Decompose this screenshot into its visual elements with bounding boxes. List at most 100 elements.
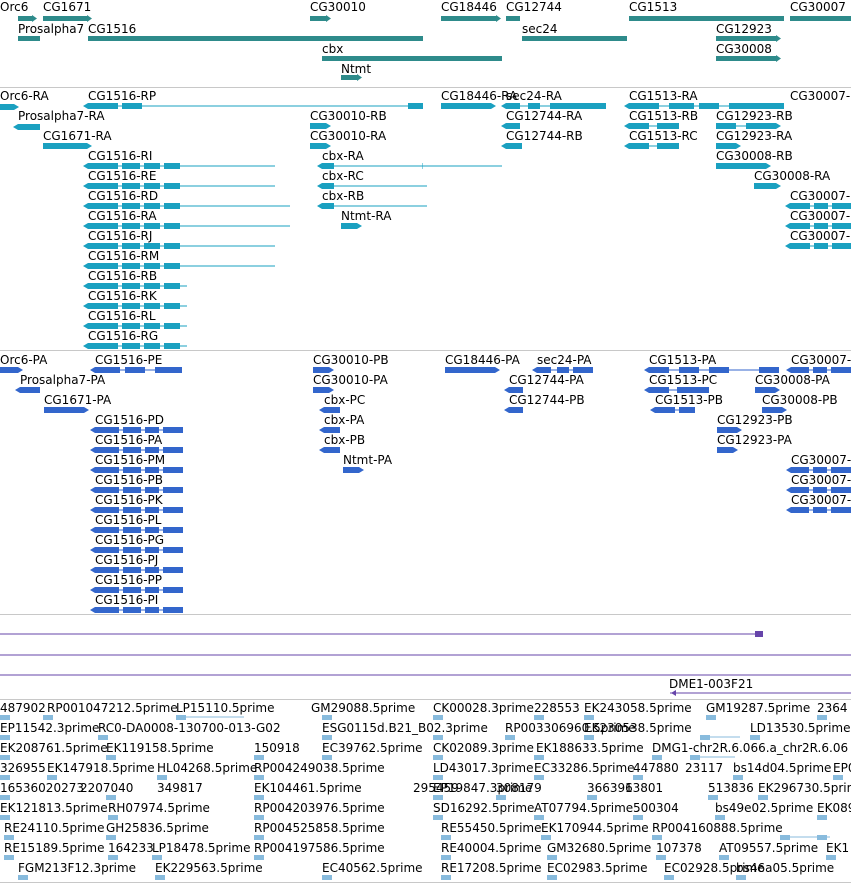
feature-label-cg30010-pb[interactable]: CG30010-PB bbox=[313, 353, 389, 367]
feature-label-cg1513-pb[interactable]: CG1513-PB bbox=[655, 393, 723, 407]
feature-label-cg12923-pa[interactable]: CG12923-PA bbox=[717, 433, 792, 447]
exon-block[interactable] bbox=[164, 343, 180, 349]
exon-block[interactable] bbox=[0, 104, 14, 110]
exon-block[interactable] bbox=[0, 367, 18, 373]
feature-label-cbx-pa[interactable]: cbx-PA bbox=[324, 413, 364, 427]
feature-label-cg30007[interactable]: CG30007- bbox=[790, 189, 850, 203]
exon-block[interactable] bbox=[790, 243, 810, 249]
exon-block[interactable] bbox=[422, 163, 423, 169]
feature-label-ek188633-5prime[interactable]: EK188633.5prime bbox=[536, 741, 644, 755]
feature-label-orc6[interactable]: Orc6 bbox=[0, 0, 28, 14]
est-block[interactable] bbox=[826, 855, 836, 860]
feature-label-cg1516-pd[interactable]: CG1516-PD bbox=[95, 413, 164, 427]
exon-block[interactable] bbox=[164, 303, 180, 309]
est-block[interactable] bbox=[547, 875, 557, 880]
feature-label-sec24-ra[interactable]: sec24-RA bbox=[506, 89, 562, 103]
feature-label-ec33286-5prime[interactable]: EC33286.5prime bbox=[534, 761, 635, 775]
feature-label-cg1516-pj[interactable]: CG1516-PJ bbox=[95, 553, 158, 567]
feature-label-2364[interactable]: 2364 bbox=[817, 701, 848, 715]
est-block[interactable] bbox=[433, 715, 443, 720]
feature-label-23117[interactable]: 23117 bbox=[685, 761, 723, 775]
exon-block[interactable] bbox=[655, 407, 675, 413]
est-block[interactable] bbox=[433, 815, 443, 820]
feature-label-sec24[interactable]: sec24 bbox=[522, 22, 558, 36]
est-block[interactable] bbox=[157, 775, 167, 780]
exon-block[interactable] bbox=[163, 467, 183, 473]
feature-label-cg1516-pk[interactable]: CG1516-PK bbox=[95, 493, 163, 507]
feature-label-esg0115d-b21-b02-3prime[interactable]: ESG0115d.B21_B02.3prime bbox=[322, 721, 488, 735]
est-block[interactable] bbox=[108, 815, 118, 820]
gene-bar[interactable] bbox=[18, 36, 40, 41]
feature-label-cg1513-pa[interactable]: CG1513-PA bbox=[649, 353, 716, 367]
feature-label-rp004203976-5prime[interactable]: RP004203976.5prime bbox=[254, 801, 385, 815]
feature-label-cg1513-ra[interactable]: CG1513-RA bbox=[629, 89, 698, 103]
est-block[interactable] bbox=[715, 815, 725, 820]
feature-label-ck02089-3prime[interactable]: CK02089.3prime bbox=[433, 741, 534, 755]
est-block[interactable] bbox=[652, 835, 662, 840]
feature-label-2207040[interactable]: 2207040 bbox=[80, 781, 133, 795]
feature-label-ek104461-5prime[interactable]: EK104461.5prime bbox=[254, 781, 362, 795]
est-block[interactable] bbox=[98, 735, 108, 740]
feature-label-308179[interactable]: 308179 bbox=[496, 781, 542, 795]
est-block[interactable] bbox=[719, 855, 729, 860]
est-block[interactable] bbox=[43, 715, 53, 720]
exon-block[interactable] bbox=[831, 367, 851, 373]
feature-label-rc0-da0008-130700-013-g02[interactable]: RC0-DA0008-130700-013-G02 bbox=[98, 721, 281, 735]
est-block[interactable] bbox=[47, 775, 57, 780]
exon-block[interactable] bbox=[163, 527, 183, 533]
est-block[interactable] bbox=[18, 875, 28, 880]
est-block[interactable] bbox=[0, 735, 10, 740]
gene-bar[interactable] bbox=[88, 36, 423, 41]
feature-label-ep0[interactable]: EP0 bbox=[833, 761, 851, 775]
feature-label-cg1516-rp[interactable]: CG1516-RP bbox=[88, 89, 156, 103]
est-block[interactable] bbox=[0, 715, 10, 720]
exon-block[interactable] bbox=[164, 163, 180, 169]
est-block[interactable] bbox=[322, 735, 332, 740]
feature-label-ntmt-pa[interactable]: Ntmt-PA bbox=[343, 453, 392, 467]
feature-label-447880[interactable]: 447880 bbox=[633, 761, 679, 775]
feature-label-cg30010[interactable]: CG30010 bbox=[310, 0, 366, 14]
exon-block[interactable] bbox=[95, 607, 119, 613]
feature-label-349817[interactable]: 349817 bbox=[157, 781, 203, 795]
exon-block[interactable] bbox=[122, 343, 140, 349]
feature-label-fgm213f12-3prime[interactable]: FGM213F12.3prime bbox=[18, 861, 136, 875]
exon-block[interactable] bbox=[123, 607, 141, 613]
exon-block[interactable] bbox=[155, 367, 182, 373]
feature-label-cg12923-rb[interactable]: CG12923-RB bbox=[716, 109, 793, 123]
est-block[interactable] bbox=[433, 755, 443, 760]
exon-block[interactable] bbox=[164, 263, 180, 269]
feature-label-cg1671[interactable]: CG1671 bbox=[43, 0, 91, 14]
exon-block[interactable] bbox=[122, 103, 142, 109]
est-block[interactable] bbox=[322, 715, 332, 720]
exon-block[interactable] bbox=[341, 223, 357, 229]
est-block[interactable] bbox=[108, 855, 118, 860]
feature-label-ec40562-5prime[interactable]: EC40562.5prime bbox=[322, 861, 423, 875]
feature-label-cg18446-pa[interactable]: CG18446-PA bbox=[445, 353, 520, 367]
est-block[interactable] bbox=[441, 855, 451, 860]
feature-label-326955[interactable]: 326955 bbox=[0, 761, 46, 775]
est-block[interactable] bbox=[664, 875, 674, 880]
feature-label-164233[interactable]: 164233 bbox=[108, 841, 154, 855]
feature-label-re15189-5prime[interactable]: RE15189.5prime bbox=[4, 841, 105, 855]
exon-block[interactable] bbox=[322, 203, 334, 209]
exon-block[interactable] bbox=[144, 343, 160, 349]
gene-bar[interactable] bbox=[716, 36, 776, 41]
feature-label-cg1516[interactable]: CG1516 bbox=[88, 22, 136, 36]
gene-bar[interactable] bbox=[18, 16, 32, 21]
feature-label-295459[interactable]: 295459 bbox=[413, 781, 459, 795]
exon-block[interactable] bbox=[163, 567, 183, 573]
exon-block[interactable] bbox=[163, 487, 183, 493]
feature-label-lp18478-5prime[interactable]: LP18478.5prime bbox=[152, 841, 251, 855]
gene-bar[interactable] bbox=[522, 36, 627, 41]
feature-label-rp004160888-5prime[interactable]: RP004160888.5prime bbox=[652, 821, 783, 835]
exon-block[interactable] bbox=[324, 447, 340, 453]
feature-label-cg1516-pl[interactable]: CG1516-PL bbox=[95, 513, 161, 527]
feature-label-cg1516-pp[interactable]: CG1516-PP bbox=[95, 573, 162, 587]
feature-label-re17208-5prime[interactable]: RE17208.5prime bbox=[441, 861, 542, 875]
est-block[interactable] bbox=[254, 855, 264, 860]
feature-label-ek243058-5prime[interactable]: EK243058.5prime bbox=[584, 701, 692, 715]
est-block[interactable] bbox=[706, 715, 716, 720]
est-block[interactable] bbox=[534, 775, 544, 780]
exon-block[interactable] bbox=[164, 203, 180, 209]
feature-label-ntmt-ra[interactable]: Ntmt-RA bbox=[341, 209, 391, 223]
